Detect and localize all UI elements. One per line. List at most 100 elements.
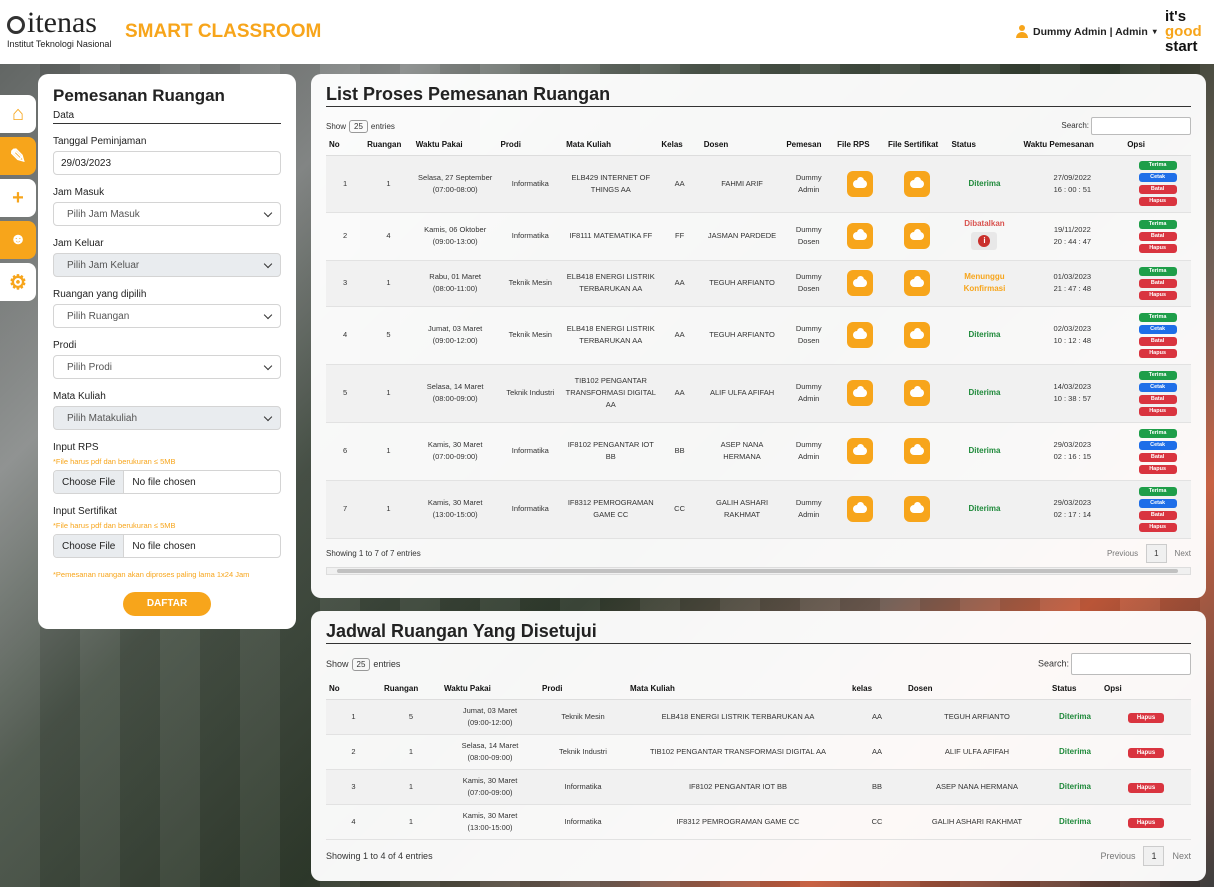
column-header[interactable]: Status [948,135,1021,156]
horizontal-scrollbar[interactable] [326,566,1191,575]
hapus-button[interactable]: Hapus [1128,782,1164,793]
column-header[interactable]: Waktu Pemesanan [1020,135,1125,156]
cetak-button[interactable]: Cetak [1138,173,1177,182]
terima-button[interactable]: Terima [1138,428,1177,438]
batal-button[interactable]: Batal [1138,336,1177,346]
column-header[interactable]: Prodi [497,135,564,156]
table-cell: AA [849,734,905,770]
cloud-download-icon[interactable] [903,496,930,522]
search-input[interactable] [1091,117,1191,135]
tanggal-input[interactable]: 29/03/2023 [53,151,281,175]
hapus-button[interactable]: Hapus [1128,817,1164,828]
column-header[interactable]: Status [1049,679,1101,700]
user-menu[interactable]: Dummy Admin | Admin ▾ [1016,25,1157,38]
terima-button[interactable]: Terima [1138,219,1177,229]
cloud-download-icon[interactable] [846,380,873,406]
table-row: 3 1 Kamis, 30 Maret (07:00-09:00) Informatik… [326,769,1191,805]
terima-button[interactable]: Terima [1138,312,1177,322]
cloud-download-icon[interactable] [846,223,873,249]
column-header[interactable]: kelas [849,679,905,700]
column-header[interactable]: Mata Kuliah [563,135,659,156]
next-button[interactable]: Next [1175,549,1191,558]
cloud-download-icon[interactable] [903,380,930,406]
column-header[interactable]: Opsi [1101,679,1191,700]
batal-button[interactable]: Batal [1138,185,1177,194]
column-header[interactable]: Dosen [905,679,1049,700]
column-header[interactable]: Mata Kuliah [627,679,849,700]
batal-button[interactable]: Batal [1138,231,1177,241]
terima-button[interactable]: Terima [1138,486,1177,496]
terima-button[interactable]: Terima [1138,266,1177,276]
page-button[interactable]: 1 [1146,543,1167,563]
search-input[interactable] [1071,653,1191,675]
jam-keluar-select[interactable]: Pilih Jam Keluar [53,253,281,277]
previous-button[interactable]: Previous [1107,549,1138,558]
jadwal-table: No Ruangan Waktu Pakai Prodi Mata Kuliah kela… [326,679,1191,840]
cetak-button[interactable]: Cetak [1138,382,1177,392]
tab-data[interactable]: Data [53,106,281,124]
column-header[interactable]: No [326,135,365,156]
sertifikat-file-input[interactable]: Choose File No file chosen [53,534,281,558]
choose-file-button[interactable]: Choose File [54,471,125,493]
terima-button[interactable]: Terima [1138,161,1177,170]
prodi-select[interactable]: Pilih Prodi [53,355,281,379]
terima-button[interactable]: Terima [1138,370,1177,380]
list-pemesanan-panel: List Proses Pemesanan Ruangan Show 25 entr… [311,74,1206,598]
cloud-download-icon[interactable] [903,322,930,348]
hapus-button[interactable]: Hapus [1138,406,1177,416]
cloud-download-icon[interactable] [903,170,930,197]
column-header[interactable]: Dosen [700,135,784,156]
jam-masuk-select[interactable]: Pilih Jam Masuk [53,202,281,226]
column-header[interactable]: File RPS [834,135,885,156]
column-header[interactable]: Waktu Pakai [412,135,498,156]
edit-icon[interactable]: ✎ [0,137,36,175]
hapus-button[interactable]: Hapus [1128,712,1164,723]
home-icon[interactable]: ⌂ [0,95,36,133]
hapus-button[interactable]: Hapus [1138,348,1177,358]
choose-file-button[interactable]: Choose File [54,535,125,557]
length-select[interactable]: 25 [351,657,371,671]
hapus-button[interactable]: Hapus [1128,747,1164,758]
batal-button[interactable]: Batal [1138,510,1177,520]
ruangan-select[interactable]: Pilih Ruangan [53,304,281,328]
column-header[interactable]: File Sertifikat [884,135,949,156]
cloud-download-icon[interactable] [903,223,930,249]
previous-button[interactable]: Previous [1100,851,1135,861]
length-select[interactable]: 25 [349,119,368,133]
cetak-button[interactable]: Cetak [1138,324,1177,334]
hapus-button[interactable]: Hapus [1138,522,1177,532]
hapus-button[interactable]: Hapus [1138,197,1177,206]
cloud-download-icon[interactable] [846,438,873,464]
hapus-button[interactable]: Hapus [1138,290,1177,300]
batal-button[interactable]: Batal [1138,394,1177,404]
column-header[interactable]: Kelas [658,135,701,156]
page-button[interactable]: 1 [1143,845,1165,866]
gear-icon[interactable]: ⚙ [0,263,36,301]
hapus-button[interactable]: Hapus [1138,464,1177,474]
column-header[interactable]: Waktu Pakai [441,679,539,700]
column-header[interactable]: Ruangan [381,679,441,700]
info-icon[interactable] [971,232,998,250]
cloud-download-icon[interactable] [846,170,873,197]
matkul-select[interactable]: Pilih Matakuliah [53,406,281,430]
cetak-button[interactable]: Cetak [1138,440,1177,450]
column-header[interactable]: Ruangan [364,135,413,156]
plus-icon[interactable]: + [0,179,36,217]
hapus-button[interactable]: Hapus [1138,243,1177,253]
rps-file-input[interactable]: Choose File No file chosen [53,470,281,494]
column-header[interactable]: Opsi [1124,135,1191,156]
batal-button[interactable]: Batal [1138,278,1177,288]
user-lock-icon[interactable]: ☻ [0,221,36,259]
daftar-button[interactable]: DAFTAR [123,592,211,616]
column-header[interactable]: Prodi [539,679,627,700]
cloud-download-icon[interactable] [846,496,873,522]
cloud-download-icon[interactable] [846,322,873,348]
cloud-download-icon[interactable] [903,438,930,464]
cloud-download-icon[interactable] [903,270,930,296]
batal-button[interactable]: Batal [1138,452,1177,462]
next-button[interactable]: Next [1172,851,1191,861]
cetak-button[interactable]: Cetak [1138,498,1177,508]
cloud-download-icon[interactable] [846,270,873,296]
column-header[interactable]: No [326,679,381,700]
column-header[interactable]: Pemesan [783,135,835,156]
